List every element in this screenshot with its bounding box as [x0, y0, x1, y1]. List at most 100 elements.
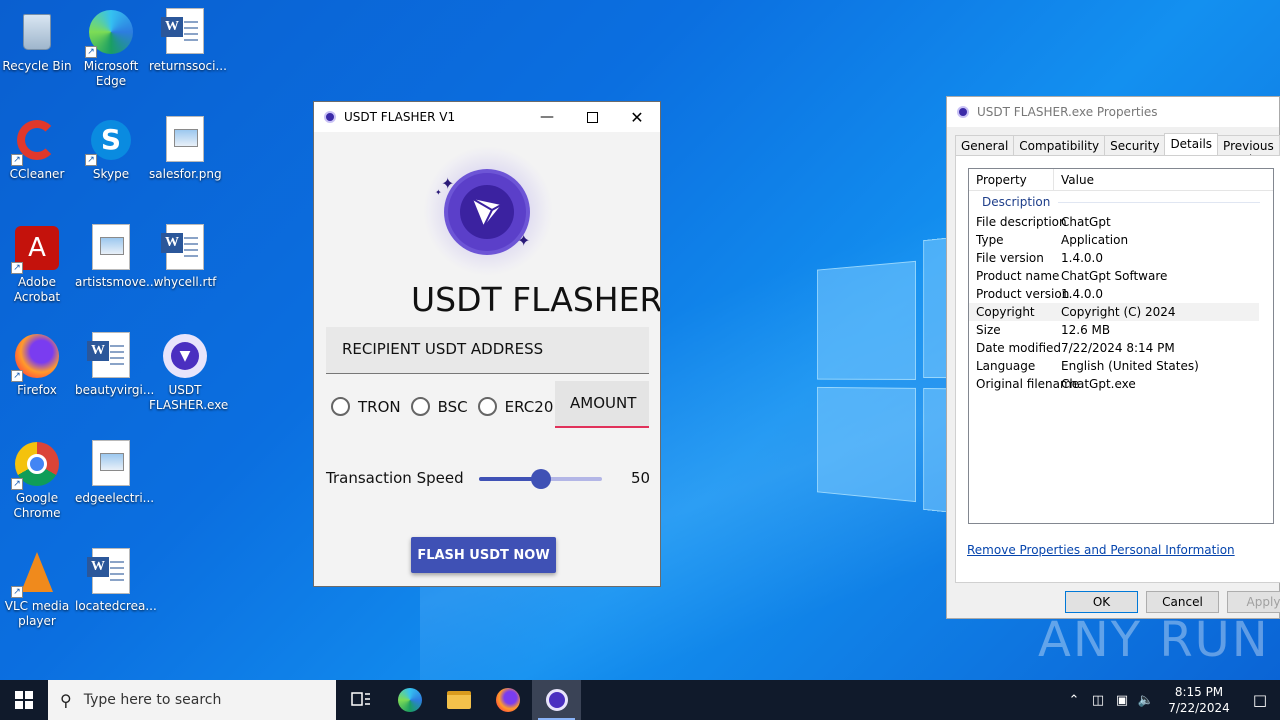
detail-value: ChatGpt Software [1061, 269, 1168, 283]
detail-row-selected[interactable]: Copyright Copyright (C) 2024 [969, 303, 1259, 321]
detail-key: Product version [976, 287, 1070, 301]
detail-row[interactable]: File version 1.4.0.0 [969, 249, 1273, 267]
flash-usdt-button[interactable]: FLASH USDT NOW [411, 537, 556, 573]
close-button[interactable]: ✕ [614, 102, 660, 132]
detail-row[interactable]: Size 12.6 MB [969, 321, 1273, 339]
tron-logo-icon [448, 173, 526, 251]
slider-thumb[interactable] [530, 469, 551, 489]
desktop-icon-adobe-acrobat[interactable]: A ↗ Adobe Acrobat [1, 224, 73, 305]
cancel-button[interactable]: Cancel [1146, 591, 1219, 613]
device-icon[interactable]: ◫ [1086, 693, 1110, 708]
minimize-button[interactable]: — [524, 102, 570, 132]
desktop-icon-chrome[interactable]: ↗ Google Chrome [1, 440, 73, 521]
desktop-icon-locatedcrea[interactable]: W locatedcrea... [75, 548, 157, 614]
app-titlebar[interactable]: USDT FLASHER V1 — ✕ [314, 102, 660, 132]
amount-input[interactable]: AMOUNT [555, 381, 649, 428]
column-header-property[interactable]: Property [969, 169, 1054, 190]
desktop-icon-salesfor[interactable]: salesfor.png [149, 116, 222, 182]
notification-icon: □ [1252, 691, 1268, 709]
transaction-speed-value: 50 [631, 469, 651, 487]
tab-compatibility[interactable]: Compatibility [1013, 135, 1106, 155]
recipient-address-input[interactable]: RECIPIENT USDT ADDRESS [326, 327, 649, 374]
desktop-icon-ccleaner[interactable]: ↗ CCleaner [1, 116, 73, 182]
tab-general[interactable]: General [955, 135, 1015, 155]
details-list-header: Property Value [969, 169, 1273, 191]
detail-row[interactable]: Type Application [969, 231, 1273, 249]
detail-value: English (United States) [1061, 359, 1199, 373]
desktop-icon-usdt-flasher[interactable]: ▼ USDT FLASHER.exe [149, 332, 228, 413]
network-icon[interactable]: ▣ [1110, 693, 1134, 708]
app-icon [324, 111, 336, 123]
detail-value: 12.6 MB [1061, 323, 1111, 337]
close-icon: ✕ [630, 107, 644, 127]
clock[interactable]: 8:15 PM 7/22/2024 [1164, 684, 1234, 716]
group-header-description: Description [969, 191, 1273, 213]
network-radio-group: TRON BSC ERC20 [331, 397, 563, 416]
properties-app-icon [957, 106, 969, 118]
task-view-button[interactable] [336, 680, 385, 720]
radio-erc20[interactable]: ERC20 [477, 397, 553, 416]
ok-button[interactable]: OK [1065, 591, 1138, 613]
detail-row[interactable]: Date modified 7/22/2024 8:14 PM [969, 339, 1273, 357]
show-hidden-icons-button[interactable]: ⌃ [1062, 693, 1086, 708]
desktop-icon-returnssoci[interactable]: W returnssoci... [149, 8, 227, 74]
desktop-icon-edge[interactable]: ↗ Microsoft Edge [75, 8, 147, 89]
icon-label: beautyvirgi... [75, 383, 155, 397]
detail-row[interactable]: Language English (United States) [969, 357, 1273, 375]
icon-label: Recycle Bin [2, 59, 72, 73]
taskbar-usdt-flasher[interactable] [532, 680, 581, 720]
tab-previous-versions[interactable]: Previous Versions [1217, 135, 1280, 167]
detail-row[interactable]: Product version 1.4.0.0 [969, 285, 1273, 303]
detail-value: 1.4.0.0 [1061, 251, 1103, 265]
maximize-icon [586, 111, 598, 123]
maximize-button[interactable] [569, 102, 615, 132]
task-view-icon [350, 692, 370, 706]
clock-time: 8:15 PM [1174, 685, 1224, 699]
desktop-icon-whycell[interactable]: W whycell.rtf [149, 224, 221, 290]
details-list[interactable]: Property Value Description File descript… [968, 168, 1274, 524]
desktop-icon-vlc[interactable]: ↗ VLC media player [1, 548, 73, 629]
tab-security[interactable]: Security [1104, 135, 1166, 155]
taskbar-file-explorer[interactable] [434, 680, 483, 720]
recipient-address-placeholder: RECIPIENT USDT ADDRESS [342, 340, 544, 358]
detail-row[interactable]: Original filename ChatGpt.exe [969, 375, 1273, 393]
detail-value: 1.4.0.0 [1061, 287, 1103, 301]
notifications-button[interactable]: □ [1240, 680, 1280, 720]
desktop-icon-edgeelectri[interactable]: edgeelectri... [75, 440, 154, 506]
desktop-icon-artistsmove[interactable]: artistsmove... [75, 224, 158, 290]
column-header-value[interactable]: Value [1054, 169, 1101, 190]
app-body: ✦ ✦ ✦ USDT FLASHER RECIPIENT USDT ADDRES… [314, 132, 660, 587]
start-button[interactable] [0, 680, 48, 720]
detail-key: File version [976, 251, 1044, 265]
taskbar: ⚲ Type here to search ⌃ ◫ ▣ 🔈 8:15 PM 7/… [0, 680, 1280, 720]
remove-properties-link[interactable]: Remove Properties and Personal Informati… [967, 543, 1235, 557]
desktop-icon-skype[interactable]: S ↗ Skype [75, 116, 147, 182]
volume-icon[interactable]: 🔈 [1134, 693, 1158, 708]
app-heading: USDT FLASHER [411, 280, 660, 319]
properties-titlebar[interactable]: USDT FLASHER.exe Properties [947, 97, 1279, 127]
minimize-icon: — [540, 109, 554, 125]
desktop-icon-recycle-bin[interactable]: Recycle Bin [1, 8, 73, 74]
icon-label: Google Chrome [13, 491, 61, 520]
taskbar-edge[interactable] [385, 680, 434, 720]
icon-label: CCleaner [9, 167, 65, 181]
detail-key: Original filename [976, 377, 1080, 391]
tab-details[interactable]: Details [1164, 133, 1219, 155]
radio-tron[interactable]: TRON [331, 397, 401, 416]
detail-row[interactable]: File description ChatGpt [969, 213, 1273, 231]
detail-key: Copyright [976, 305, 1035, 319]
apply-button[interactable]: Apply [1227, 591, 1280, 613]
radio-bsc[interactable]: BSC [410, 397, 468, 416]
desktop-icon-firefox[interactable]: ↗ Firefox [1, 332, 73, 398]
word-document-icon: W [161, 8, 209, 56]
word-document-icon: W [87, 548, 135, 596]
firefox-icon [495, 688, 520, 712]
usdt-flasher-icon [545, 689, 568, 711]
skype-icon: S ↗ [85, 116, 135, 166]
taskbar-search-box[interactable]: ⚲ Type here to search [48, 680, 336, 720]
taskbar-firefox[interactable] [483, 680, 532, 720]
detail-row[interactable]: Product name ChatGpt Software [969, 267, 1273, 285]
radio-label: TRON [358, 397, 401, 416]
transaction-speed-slider[interactable] [479, 469, 602, 489]
desktop-icon-beautyvirgi[interactable]: W beautyvirgi... [75, 332, 155, 398]
